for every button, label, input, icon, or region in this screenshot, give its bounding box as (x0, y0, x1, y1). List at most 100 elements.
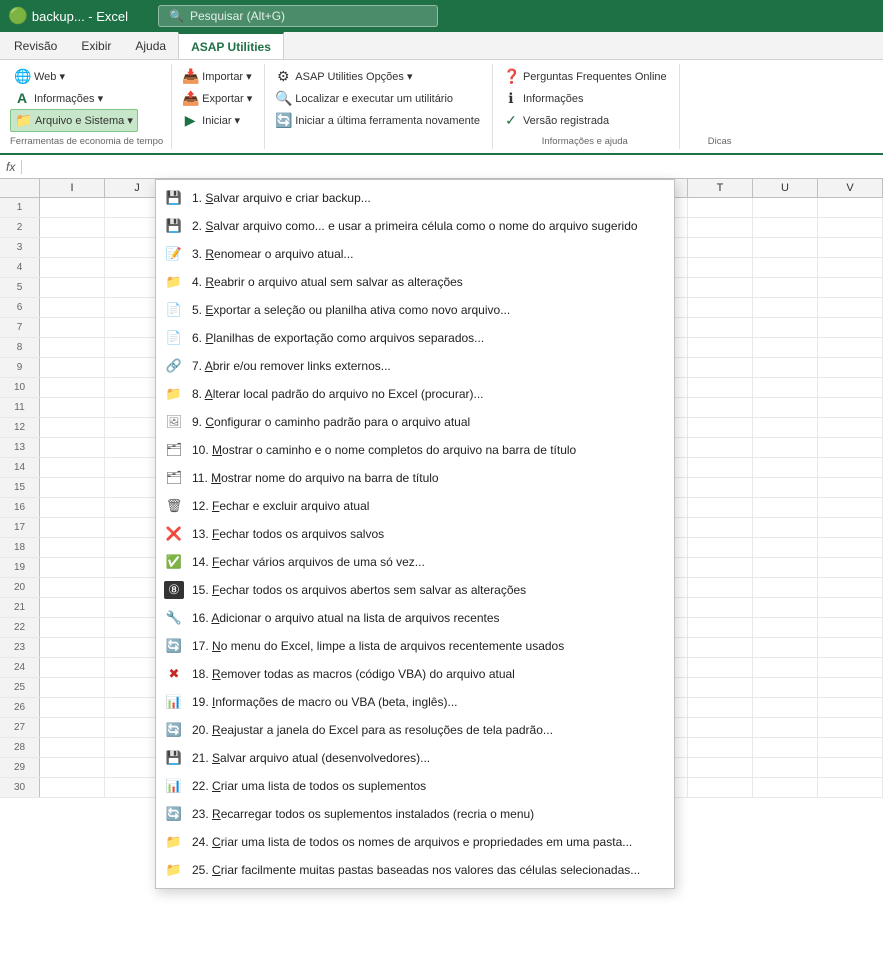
grid-cell[interactable] (753, 718, 818, 737)
grid-cell[interactable] (818, 338, 883, 357)
grid-cell[interactable] (688, 678, 753, 697)
grid-cell[interactable] (688, 638, 753, 657)
grid-cell[interactable] (753, 578, 818, 597)
grid-cell[interactable] (753, 458, 818, 477)
list-item[interactable]: ✅ 14. Fechar vários arquivos de uma só v… (156, 548, 674, 576)
grid-cell[interactable] (40, 678, 105, 697)
grid-cell[interactable] (688, 398, 753, 417)
list-item[interactable]: 🗂 11. Mostrar nome do arquivo na barra d… (156, 464, 674, 492)
list-item[interactable]: 🖼 9. Configurar o caminho padrão para o … (156, 408, 674, 436)
ribbon-btn-importar[interactable]: 📥 Importar ▾ (178, 66, 256, 87)
grid-cell[interactable] (688, 718, 753, 737)
grid-cell[interactable] (688, 578, 753, 597)
list-item[interactable]: 🗑 12. Fechar e excluir arquivo atual (156, 492, 674, 520)
list-item[interactable]: 📁 4. Reabrir o arquivo atual sem salvar … (156, 268, 674, 296)
grid-cell[interactable] (40, 518, 105, 537)
grid-cell[interactable] (818, 778, 883, 797)
grid-cell[interactable] (688, 538, 753, 557)
grid-cell[interactable] (40, 578, 105, 597)
grid-cell[interactable] (753, 518, 818, 537)
list-item[interactable]: ⑧ 15. Fechar todos os arquivos abertos s… (156, 576, 674, 604)
list-item[interactable]: 🔗 7. Abrir e/ou remover links externos..… (156, 352, 674, 380)
grid-cell[interactable] (818, 558, 883, 577)
list-item[interactable]: 📝 3. Renomear o arquivo atual... (156, 240, 674, 268)
ribbon-btn-exportar[interactable]: 📤 Exportar ▾ (178, 88, 256, 109)
grid-cell[interactable] (818, 598, 883, 617)
grid-cell[interactable] (688, 258, 753, 277)
list-item[interactable]: 📁 25. Criar facilmente muitas pastas bas… (156, 856, 674, 884)
grid-cell[interactable] (753, 378, 818, 397)
grid-cell[interactable] (688, 198, 753, 217)
grid-cell[interactable] (818, 658, 883, 677)
grid-cell[interactable] (753, 438, 818, 457)
grid-cell[interactable] (818, 638, 883, 657)
grid-cell[interactable] (818, 298, 883, 317)
list-item[interactable]: ✖ 18. Remover todas as macros (código VB… (156, 660, 674, 688)
grid-cell[interactable] (818, 698, 883, 717)
grid-cell[interactable] (818, 618, 883, 637)
grid-cell[interactable] (753, 618, 818, 637)
list-item[interactable]: 🔄 20. Reajustar a janela do Excel para a… (156, 716, 674, 744)
grid-cell[interactable] (40, 378, 105, 397)
grid-cell[interactable] (818, 258, 883, 277)
grid-cell[interactable] (688, 778, 753, 797)
grid-cell[interactable] (40, 418, 105, 437)
grid-cell[interactable] (688, 618, 753, 637)
grid-cell[interactable] (40, 698, 105, 717)
grid-cell[interactable] (688, 238, 753, 257)
grid-cell[interactable] (753, 238, 818, 257)
grid-cell[interactable] (688, 658, 753, 677)
grid-cell[interactable] (818, 758, 883, 777)
grid-cell[interactable] (753, 558, 818, 577)
grid-cell[interactable] (40, 758, 105, 777)
ribbon-btn-arquivo-sistema[interactable]: 📁 Arquivo e Sistema ▾ (10, 109, 138, 132)
grid-cell[interactable] (818, 238, 883, 257)
grid-cell[interactable] (818, 478, 883, 497)
grid-cell[interactable] (753, 758, 818, 777)
list-item[interactable]: 🔄 17. No menu do Excel, limpe a lista de… (156, 632, 674, 660)
grid-cell[interactable] (818, 438, 883, 457)
list-item[interactable]: ❌ 13. Fechar todos os arquivos salvos (156, 520, 674, 548)
list-item[interactable]: 📊 19. Informações de macro ou VBA (beta,… (156, 688, 674, 716)
ribbon-btn-informacoes[interactable]: A Informações ▾ (10, 88, 138, 108)
search-box[interactable]: 🔍 Pesquisar (Alt+G) (158, 5, 438, 27)
tab-asap-utilities[interactable]: ASAP Utilities (178, 32, 284, 59)
grid-cell[interactable] (688, 338, 753, 357)
grid-cell[interactable] (818, 718, 883, 737)
grid-cell[interactable] (40, 738, 105, 757)
grid-cell[interactable] (753, 778, 818, 797)
grid-cell[interactable] (688, 318, 753, 337)
list-item[interactable]: 🔄 23. Recarregar todos os suplementos in… (156, 800, 674, 828)
grid-cell[interactable] (753, 478, 818, 497)
grid-cell[interactable] (753, 638, 818, 657)
grid-cell[interactable] (753, 318, 818, 337)
grid-cell[interactable] (40, 438, 105, 457)
grid-cell[interactable] (40, 318, 105, 337)
grid-cell[interactable] (40, 598, 105, 617)
grid-cell[interactable] (753, 218, 818, 237)
list-item[interactable]: 💾 1. Salvar arquivo e criar backup... (156, 184, 674, 212)
grid-cell[interactable] (40, 398, 105, 417)
grid-cell[interactable] (818, 378, 883, 397)
grid-cell[interactable] (753, 658, 818, 677)
grid-cell[interactable] (40, 498, 105, 517)
grid-cell[interactable] (688, 598, 753, 617)
list-item[interactable]: 📁 8. Alterar local padrão do arquivo no … (156, 380, 674, 408)
grid-cell[interactable] (818, 198, 883, 217)
grid-cell[interactable] (40, 218, 105, 237)
grid-cell[interactable] (40, 198, 105, 217)
grid-cell[interactable] (40, 278, 105, 297)
grid-cell[interactable] (688, 218, 753, 237)
grid-cell[interactable] (753, 538, 818, 557)
grid-cell[interactable] (688, 278, 753, 297)
ribbon-btn-info[interactable]: ℹ Informações (499, 88, 671, 109)
grid-cell[interactable] (688, 418, 753, 437)
grid-cell[interactable] (818, 218, 883, 237)
ribbon-btn-perguntas[interactable]: ❓ Perguntas Frequentes Online (499, 66, 671, 87)
grid-cell[interactable] (40, 538, 105, 557)
grid-cell[interactable] (818, 538, 883, 557)
grid-cell[interactable] (818, 458, 883, 477)
grid-cell[interactable] (818, 738, 883, 757)
grid-cell[interactable] (40, 618, 105, 637)
grid-cell[interactable] (818, 518, 883, 537)
